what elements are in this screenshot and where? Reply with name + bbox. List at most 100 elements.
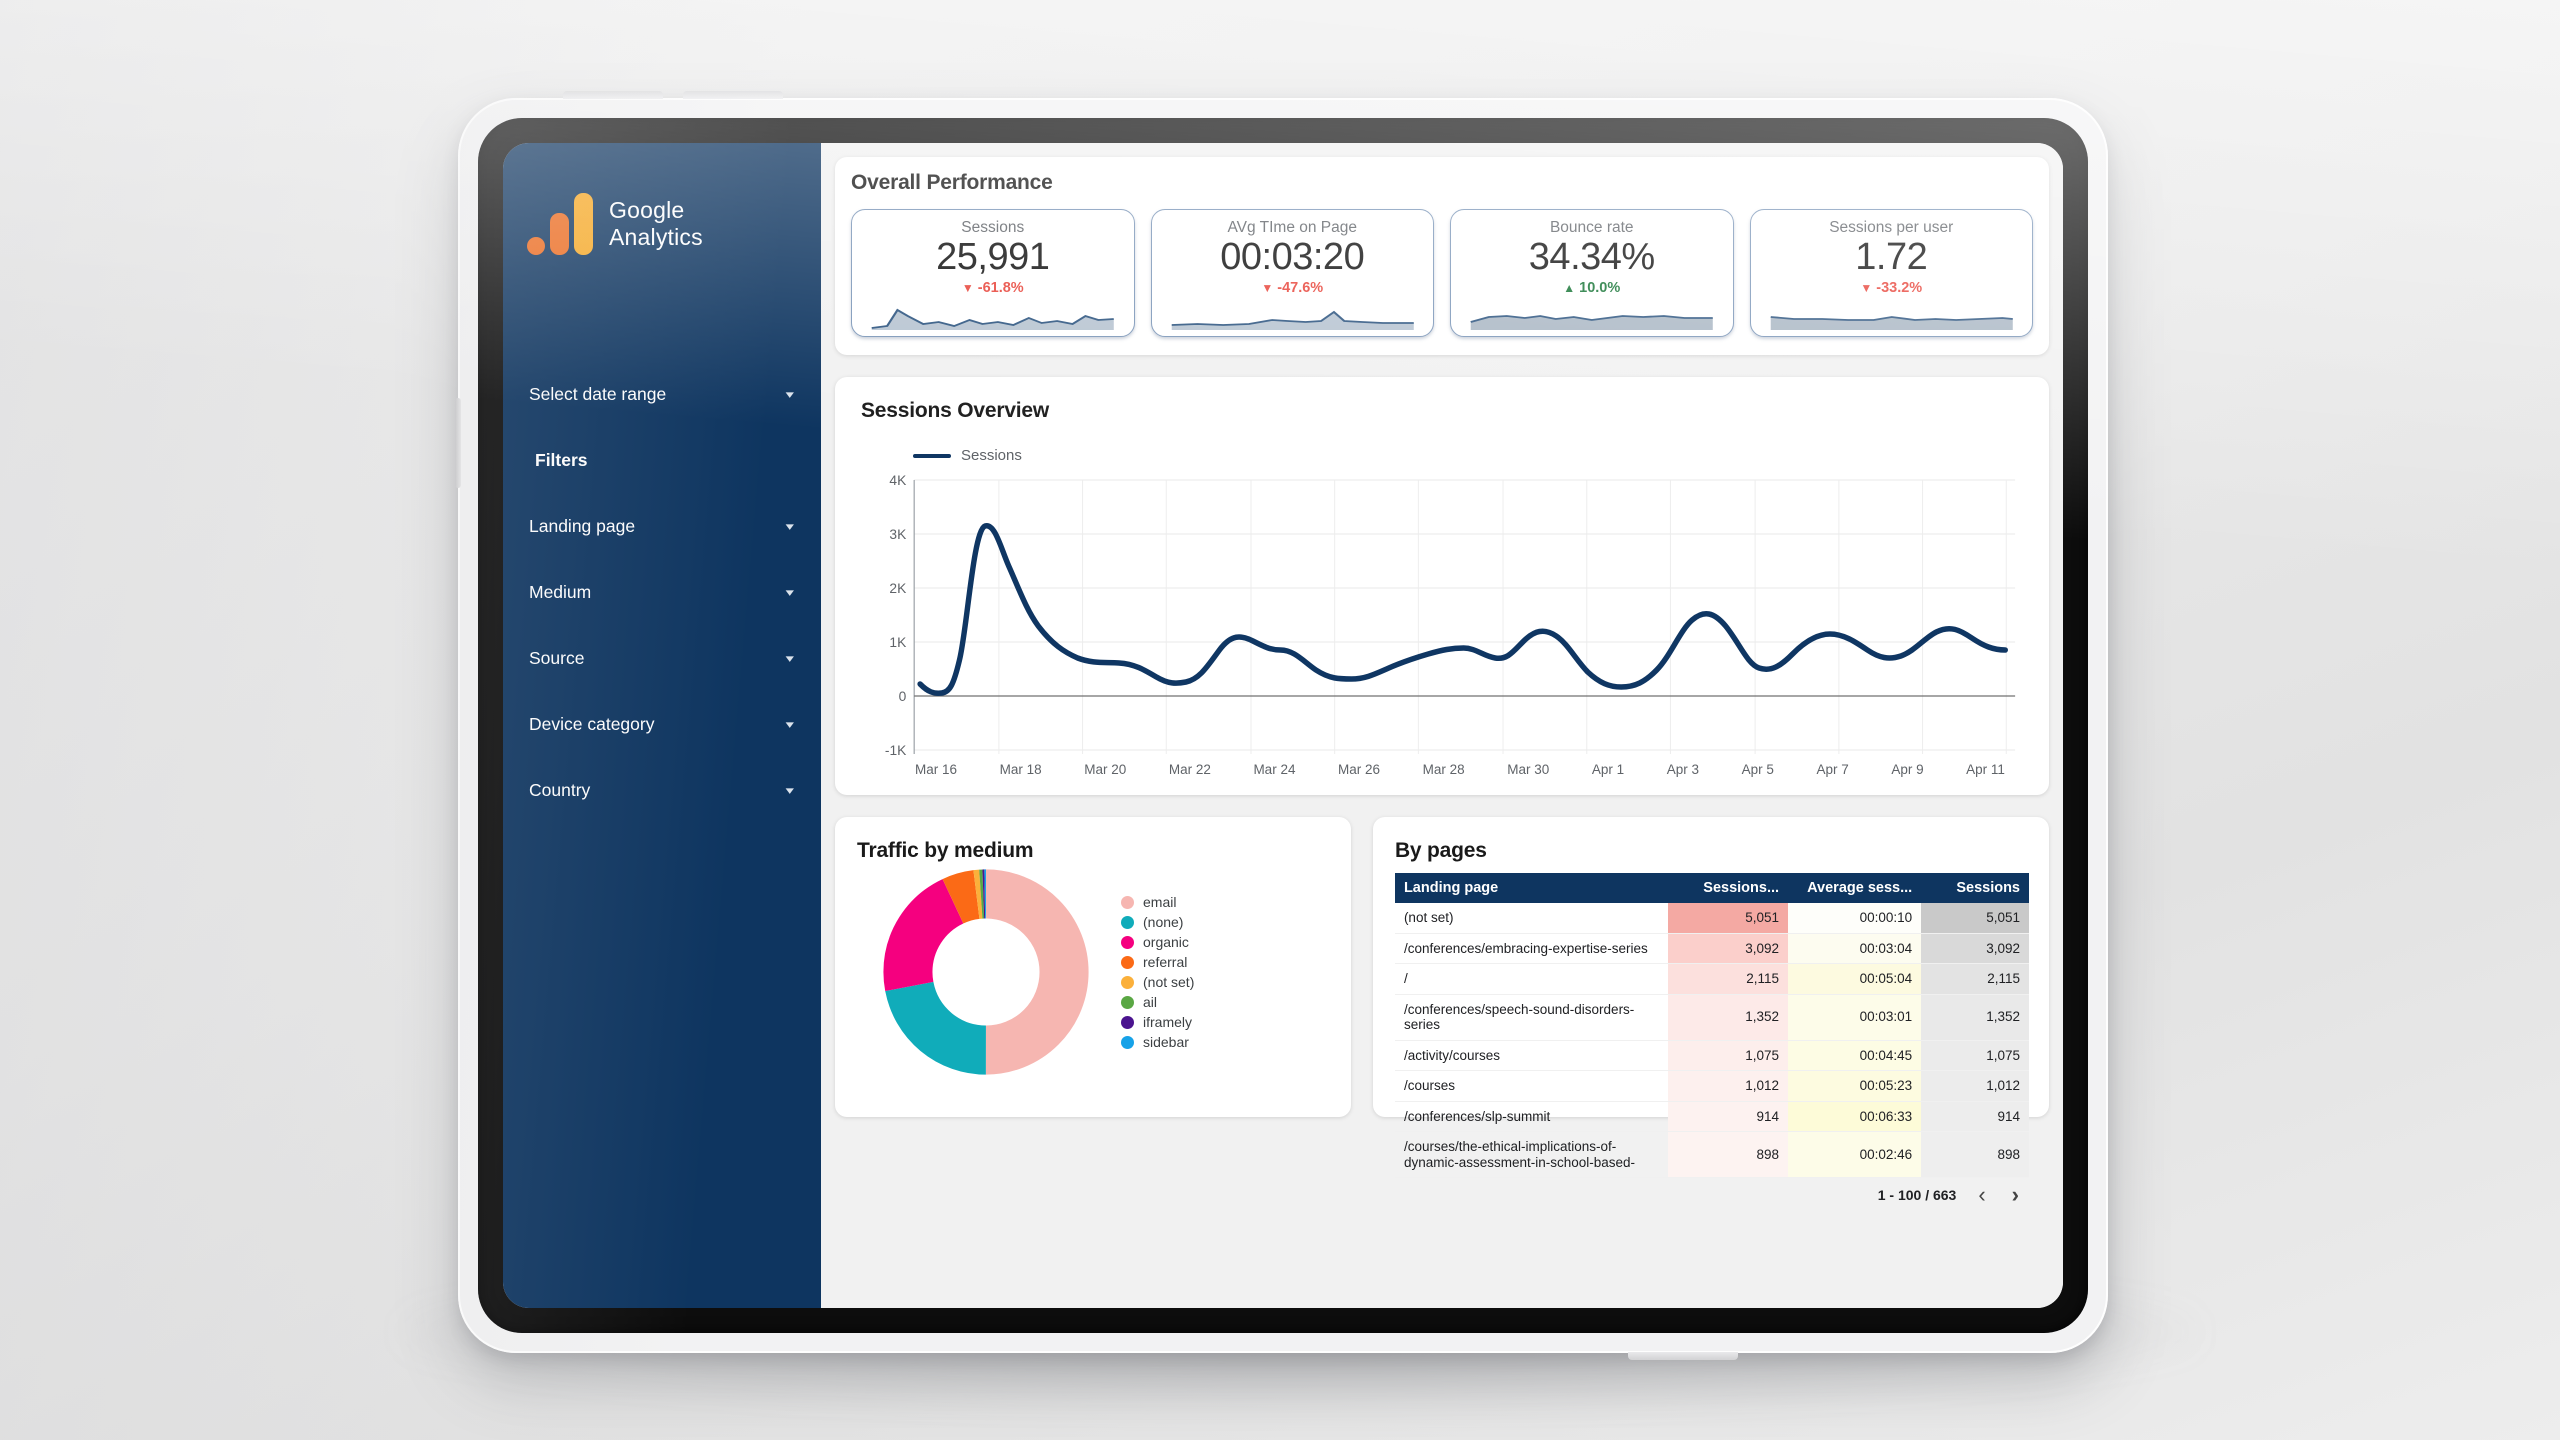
overall-performance-panel: Overall Performance Sessions 25,991 ▼ -6… (835, 157, 2049, 355)
legend-label: sidebar (1143, 1034, 1189, 1050)
legend-label: organic (1143, 934, 1189, 950)
kpi-value: 25,991 (936, 236, 1050, 278)
sidebar-item-select-date-range[interactable]: Select date range ▾ (503, 373, 821, 415)
cell-landing-page: /conferences/speech-sound-disorders-seri… (1394, 994, 1668, 1041)
kpi-label: Bounce rate (1549, 219, 1634, 236)
x-tick-label: Mar 24 (1253, 762, 1296, 777)
kpi-card-avg-time-on-page[interactable]: AVg TIme on Page 00:03:20 ▼ -47.6% (1150, 209, 1434, 337)
table-row[interactable]: /courses 1,012 00:05:23 1,012 (1394, 1070, 2029, 1102)
column-header-sessions[interactable]: Sessions... (1667, 873, 1789, 903)
chevron-down-icon[interactable]: ▾ (786, 784, 794, 797)
google-analytics-logo-icon (527, 193, 593, 255)
cell-avg-session: 00:05:04 (1788, 963, 1922, 995)
sidebar-item-source[interactable]: Source ▾ (503, 637, 821, 679)
legend-item[interactable]: organic (1121, 934, 1194, 950)
x-tick-label: Mar 18 (999, 762, 1042, 777)
sessions-chart-x-axis: Mar 16 Mar 18 Mar 20 Mar 22 Mar 24 Mar 2… (915, 762, 2023, 777)
sidebar-item-label: Device category (529, 713, 655, 734)
legend-color-dot (1121, 995, 1134, 1009)
bottom-row: Traffic by medium email (none) organic r… (835, 817, 2049, 1206)
legend-item[interactable]: sidebar (1121, 1034, 1194, 1050)
cell-landing-page: /activity/courses (1394, 1040, 1668, 1072)
cell-sessions: 1,075 (1667, 1040, 1789, 1072)
chevron-down-icon[interactable]: ▾ (786, 652, 794, 665)
chevron-down-icon[interactable]: ▾ (786, 520, 794, 533)
donut-area: email (none) organic referral (not set) … (857, 869, 1329, 1075)
page-title: Overall Performance (851, 171, 1053, 194)
dashboard-main: Overall Performance Sessions 25,991 ▼ -6… (821, 143, 2063, 1308)
sidebar-item-filters[interactable]: Filters (503, 439, 821, 481)
chevron-down-icon[interactable]: ▾ (786, 388, 794, 401)
next-page-button[interactable]: › (2008, 1184, 2023, 1206)
sparkline-sessions (864, 300, 1122, 332)
legend-item[interactable]: email (1121, 894, 1194, 910)
kpi-delta-value: -47.6% (1277, 279, 1324, 296)
legend-item[interactable]: (none) (1121, 914, 1194, 930)
traffic-by-medium-donut-chart[interactable] (883, 869, 1089, 1075)
sidebar-item-medium[interactable]: Medium ▾ (503, 571, 821, 613)
cell-landing-page: /courses/the-ethical-implications-of-dyn… (1394, 1131, 1668, 1179)
cell-sessions-2: 914 (1921, 1101, 2029, 1133)
cell-landing-page: /conferences/slp-summit (1394, 1101, 1668, 1133)
traffic-by-medium-panel: Traffic by medium email (none) organic r… (835, 817, 1351, 1117)
sidebar-item-device-category[interactable]: Device category ▾ (503, 703, 821, 745)
svg-text:4K: 4K (889, 472, 907, 488)
legend-item[interactable]: iframely (1121, 1014, 1194, 1030)
sessions-line-chart[interactable]: 4K 3K 2K 1K 0 -1K (861, 470, 2023, 760)
kpi-value: 1.72 (1855, 236, 1928, 278)
sidebar-item-landing-page[interactable]: Landing page ▾ (503, 505, 821, 547)
cell-sessions-2: 3,092 (1921, 933, 2029, 965)
sidebar-nav: Select date range ▾ Filters Landing page… (503, 373, 821, 811)
legend-item[interactable]: referral (1121, 954, 1194, 970)
legend-item[interactable]: (not set) (1121, 974, 1194, 990)
by-pages-panel: By pages Landing page Sessions... Averag… (1372, 817, 2049, 1206)
pagination-range: 1 - 100 / 663 (1877, 1187, 1957, 1204)
column-header-average-session[interactable]: Average sess... (1788, 873, 1922, 903)
table-row[interactable]: / 2,115 00:05:04 2,115 (1394, 963, 2029, 995)
svg-text:0: 0 (899, 688, 907, 704)
kpi-delta: ▼ -61.8% (864, 280, 1122, 296)
table-row[interactable]: /activity/courses 1,075 00:04:45 1,075 (1394, 1040, 2029, 1072)
table-pagination: 1 - 100 / 663 ‹ › (1395, 1178, 2029, 1206)
sidebar-item-label: Select date range (529, 383, 667, 404)
column-header-landing-page[interactable]: Landing page (1394, 873, 1668, 903)
traffic-by-medium-title: Traffic by medium (857, 839, 1034, 862)
sidebar-item-country[interactable]: Country ▾ (503, 769, 821, 811)
kpi-card-sessions-per-user[interactable]: Sessions per user 1.72 ▼ -33.2% (1749, 209, 2033, 337)
legend-color-dot (1121, 895, 1134, 909)
brand-logo-block: Google Analytics (503, 171, 821, 255)
legend-label: referral (1143, 954, 1188, 970)
table-row[interactable]: /conferences/speech-sound-disorders-seri… (1394, 994, 2029, 1041)
legend-color-dot (1121, 1035, 1134, 1049)
x-tick-label: Apr 7 (1816, 762, 1849, 777)
x-tick-label: Mar 22 (1168, 762, 1211, 777)
cell-sessions-2: 1,075 (1921, 1040, 2029, 1072)
arrow-down-icon: ▼ (1860, 280, 1873, 295)
power-button (455, 398, 461, 488)
chevron-down-icon[interactable]: ▾ (786, 586, 794, 599)
chart-legend: Sessions (913, 447, 2023, 464)
x-tick-label: Apr 5 (1741, 762, 1774, 777)
cell-sessions: 2,115 (1667, 963, 1789, 995)
x-tick-label: Apr 11 (1966, 762, 2005, 777)
arrow-down-icon: ▼ (961, 280, 974, 295)
kpi-delta-value: -61.8% (977, 279, 1024, 296)
kpi-label: Sessions (961, 219, 1025, 236)
sparkline-bounce-rate (1463, 300, 1721, 332)
landing-pages-table: Landing page Sessions... Average sess...… (1394, 873, 2029, 1179)
table-row[interactable]: /courses/the-ethical-implications-of-dyn… (1394, 1131, 2029, 1179)
x-tick-label: Mar 20 (1084, 762, 1127, 777)
legend-item[interactable]: ail (1121, 994, 1194, 1010)
table-row[interactable]: /conferences/slp-summit 914 00:06:33 914 (1394, 1101, 2029, 1133)
kpi-card-bounce-rate[interactable]: Bounce rate 34.34% ▲ 10.0% (1450, 209, 1734, 337)
kpi-delta: ▲ 10.0% (1463, 280, 1721, 296)
chevron-down-icon[interactable]: ▾ (786, 718, 794, 731)
kpi-card-sessions[interactable]: Sessions 25,991 ▼ -61.8% (851, 209, 1135, 337)
sidebar: Google Analytics Select date range ▾ Fil… (503, 143, 821, 1308)
previous-page-button[interactable]: ‹ (1974, 1184, 1989, 1206)
table-row[interactable]: /conferences/embracing-expertise-series … (1394, 933, 2029, 965)
table-row[interactable]: (not set) 5,051 00:00:10 5,051 (1394, 903, 2029, 934)
device-bottom-button (1628, 1352, 1738, 1360)
sidebar-item-label: Landing page (529, 515, 636, 536)
column-header-sessions-2[interactable]: Sessions (1921, 873, 2029, 903)
